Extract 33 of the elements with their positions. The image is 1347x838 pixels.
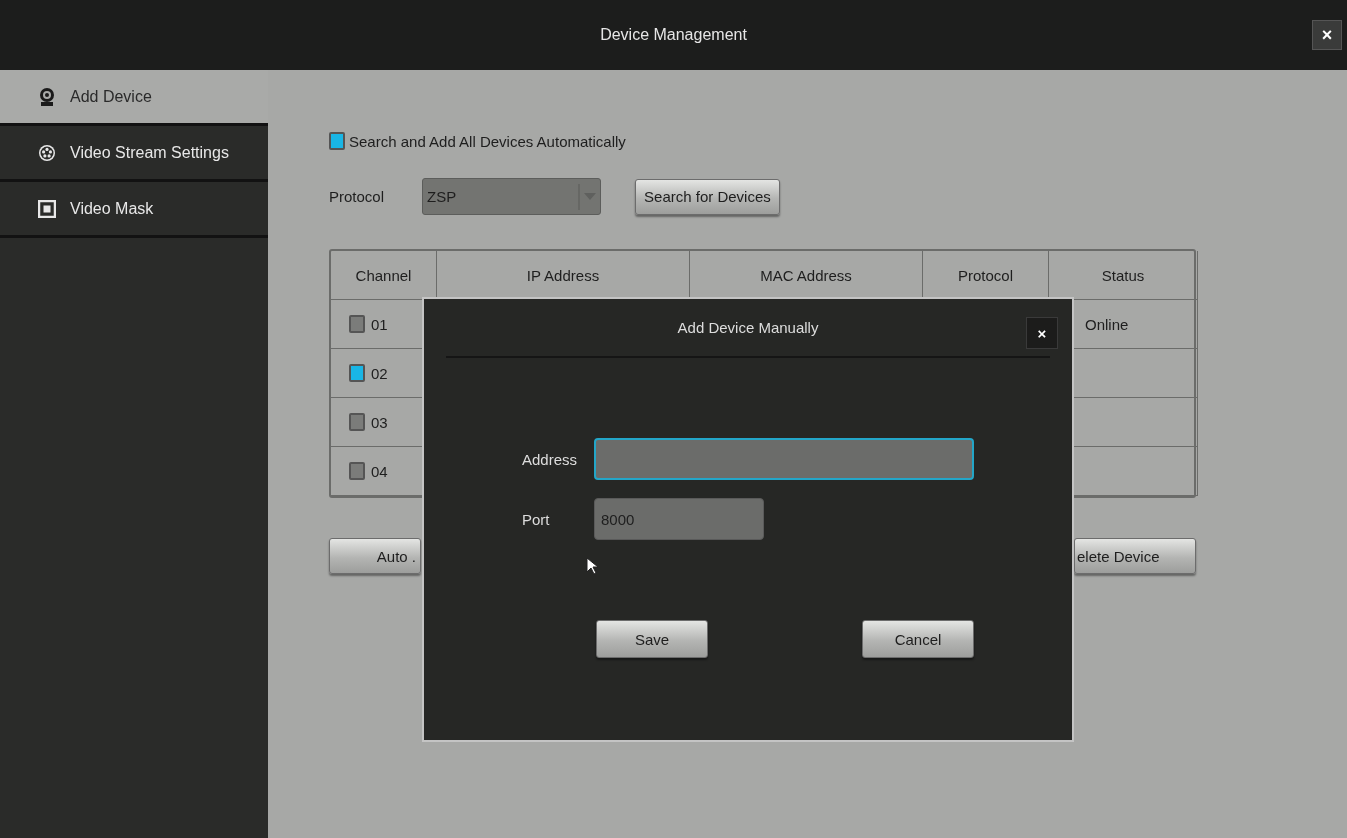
dialog-title: Add Device Manually — [677, 319, 819, 336]
window-title: Device Management — [600, 26, 747, 44]
dialog-close-button[interactable]: × — [1026, 317, 1058, 349]
port-label: Port — [522, 510, 551, 528]
status-text: Online — [1085, 315, 1129, 333]
webcam-icon — [38, 86, 56, 107]
sidebar-item-label: Video Mask — [70, 199, 154, 218]
sidebar-item[interactable]: Add Device — [0, 70, 268, 126]
square-mask-icon — [38, 199, 56, 218]
row-checkbox[interactable] — [349, 462, 365, 480]
mouse-pointer-icon — [586, 557, 598, 575]
delete-device-button[interactable]: elete Device — [1074, 538, 1196, 574]
row-checkbox[interactable] — [349, 364, 365, 382]
protocol-dropdown[interactable]: ZSP — [422, 178, 602, 215]
save-button[interactable]: Save — [596, 620, 708, 658]
address-label: Address — [522, 450, 579, 468]
protocol-label: Protocol — [329, 188, 385, 205]
checkbox-label: Search and Add All Devices Automatically — [349, 132, 626, 150]
film-reel-icon — [38, 143, 56, 162]
row-checkbox[interactable] — [349, 413, 365, 431]
channel-number: 03 — [371, 413, 388, 431]
sidebar-item-label: Add Device — [70, 87, 152, 106]
channel-number: 02 — [371, 364, 388, 382]
cancel-button[interactable]: Cancel — [862, 620, 974, 658]
channel-number: 04 — [371, 462, 388, 480]
close-button[interactable]: × — [1312, 20, 1342, 50]
checkbox[interactable] — [329, 132, 345, 150]
sidebar-item-label: Video Stream Settings — [70, 143, 229, 162]
auto-button[interactable]: Auto . — [329, 538, 421, 574]
search-devices-button[interactable]: Search for Devices — [635, 178, 780, 215]
row-checkbox[interactable] — [349, 315, 365, 333]
address-field[interactable] — [594, 438, 974, 480]
channel-number: 01 — [371, 315, 388, 333]
